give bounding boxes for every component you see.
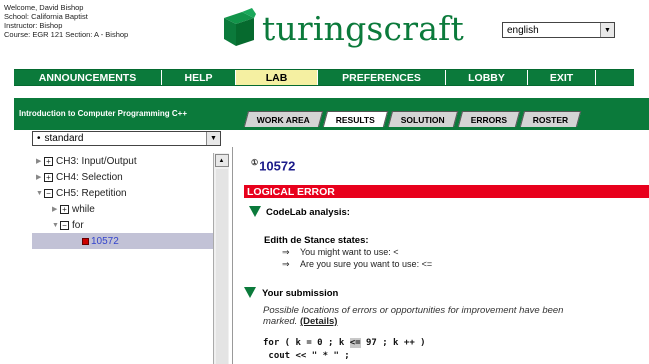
submission-note: Possible locations of errors or opportun…	[263, 305, 564, 327]
tab-bar: WORK AREA RESULTS SOLUTION ERRORS ROSTER	[243, 111, 584, 127]
tab-errors[interactable]: ERRORS	[457, 111, 521, 127]
nav-help[interactable]: HELP	[162, 70, 236, 85]
tree-item-ch5[interactable]: ▼ − CH5: Repetition	[32, 185, 213, 201]
user-welcome: Welcome, David Bishop	[4, 3, 84, 12]
error-status-icon	[82, 237, 89, 245]
scroll-up-icon[interactable]: ▲	[214, 154, 229, 167]
collapse-triangle-icon[interactable]	[249, 206, 261, 217]
nav-lobby[interactable]: LOBBY	[446, 70, 528, 85]
tree-item-while[interactable]: ▶ + while	[32, 201, 213, 217]
expand-icon[interactable]: +	[60, 204, 69, 214]
triangle-right-icon: ▶	[36, 158, 42, 165]
triangle-down-icon: ▼	[36, 189, 43, 197]
bullet-icon: •	[37, 133, 41, 144]
chevron-down-icon[interactable]: ▼	[206, 132, 220, 145]
expand-icon[interactable]: +	[44, 172, 53, 182]
language-select[interactable]: english ▼	[502, 22, 615, 38]
analysis-heading: CodeLab analysis:	[266, 207, 350, 218]
details-link[interactable]: (Details)	[300, 316, 337, 327]
arrow-right-icon: ⇒	[282, 259, 290, 269]
scroll-track[interactable]	[216, 169, 228, 364]
tree-item-ch4[interactable]: ▶ + CH4: Selection	[32, 169, 213, 185]
chevron-down-icon[interactable]: ▼	[600, 23, 614, 37]
language-value: english	[507, 24, 539, 36]
nav-lab[interactable]: LAB	[236, 70, 318, 85]
tab-solution[interactable]: SOLUTION	[387, 111, 459, 127]
tree-scrollbar[interactable]: ▲	[213, 153, 229, 364]
tab-roster[interactable]: ROSTER	[520, 111, 582, 127]
hint-item: ⇒ You might want to use: <	[282, 247, 399, 257]
status-banner: LOGICAL ERROR	[244, 185, 649, 198]
collapse-icon[interactable]: −	[44, 188, 53, 198]
tree-item-10572[interactable]: 10572	[32, 233, 213, 249]
triangle-right-icon: ▶	[36, 174, 42, 181]
user-course: Course: EGR 121 Section: A - Bishop	[4, 30, 129, 39]
problem-id: ①10572	[251, 158, 296, 174]
code-line: cout << " * " ;	[263, 351, 350, 361]
submission-heading: Your submission	[262, 288, 339, 299]
box-logo-icon	[224, 8, 256, 46]
code-line: for ( k = 0 ; k <= 97 ; k ++ )	[263, 338, 426, 348]
arrow-right-icon: ⇒	[282, 247, 290, 257]
triangle-down-icon: ▼	[52, 221, 59, 229]
course-title: Introduction to Computer Programming C++	[19, 109, 188, 118]
info-icon[interactable]: ①	[251, 158, 258, 167]
nav-exit[interactable]: EXIT	[528, 70, 596, 85]
tab-work-area[interactable]: WORK AREA	[243, 111, 324, 127]
tree-item-for[interactable]: ▼ − for	[32, 217, 213, 233]
top-nav: ANNOUNCEMENTS HELP LAB PREFERENCES LOBBY…	[14, 69, 634, 86]
highlighted-token[interactable]: <=	[349, 338, 361, 348]
mode-select[interactable]: • standard ▼	[32, 131, 221, 146]
logo-text: turingscraft	[262, 8, 464, 48]
triangle-right-icon: ▶	[52, 206, 58, 213]
user-info: Welcome, David Bishop School: California…	[4, 3, 128, 39]
expand-icon[interactable]: +	[44, 156, 53, 166]
hint-item: ⇒ Are you sure you want to use: <=	[282, 259, 433, 269]
nav-preferences[interactable]: PREFERENCES	[318, 70, 446, 85]
tree-item-ch3[interactable]: ▶ + CH3: Input/Output	[32, 153, 213, 169]
collapse-triangle-icon[interactable]	[244, 287, 256, 298]
nav-announcements[interactable]: ANNOUNCEMENTS	[14, 70, 162, 85]
user-instructor: Instructor: Bishop	[4, 21, 63, 30]
user-school: School: California Baptist	[4, 12, 88, 21]
turingscraft-logo: turingscraft	[218, 8, 464, 48]
tab-results[interactable]: RESULTS	[322, 111, 389, 127]
collapse-icon[interactable]: −	[60, 220, 69, 230]
states-heading: Edith de Stance states:	[264, 235, 369, 246]
mode-value: standard	[44, 133, 84, 144]
panel-divider	[232, 147, 233, 364]
exercise-tree: ▶ + CH3: Input/Output ▶ + CH4: Selection…	[32, 153, 213, 364]
